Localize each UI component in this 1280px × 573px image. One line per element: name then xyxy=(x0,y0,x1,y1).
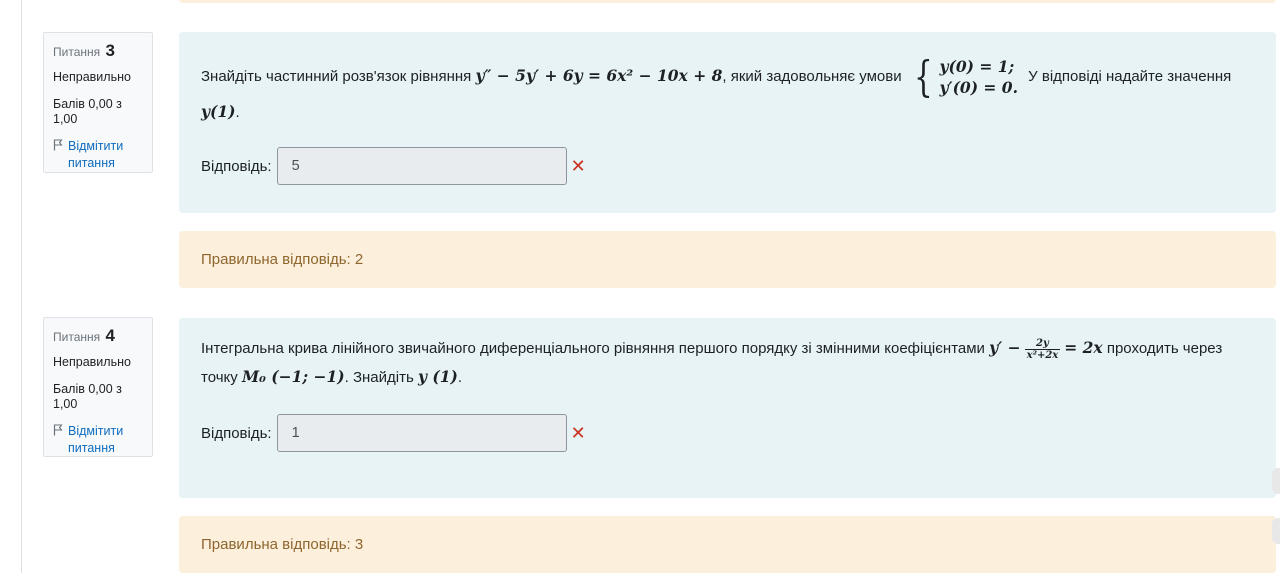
cross-icon: ✕ xyxy=(570,156,586,176)
page-left-border xyxy=(21,0,22,573)
question-text-part: . xyxy=(457,369,462,386)
previous-feedback-strip xyxy=(179,0,1276,3)
question-info: Питання 4 Неправильно Балів 0,00 з 1,00 … xyxy=(43,317,153,457)
equation-fraction: 2y x²+2x xyxy=(1024,337,1061,361)
initial-conditions: { y(0) = 1; y′(0) = 0. xyxy=(910,56,1018,98)
cross-icon: ✕ xyxy=(570,423,586,443)
question-text-part: , який задовольняє умови xyxy=(722,67,902,85)
correct-answer-feedback: Правильна відповідь: 3 xyxy=(179,516,1280,573)
question-state: Неправильно xyxy=(53,70,131,85)
scroll-edge-handle[interactable] xyxy=(1272,468,1280,494)
question-number-value: 3 xyxy=(105,41,115,60)
flag-question-link[interactable]: Відмітити питання xyxy=(53,423,143,456)
question-info: Питання 3 Неправильно Балів 0,00 з 1,00 … xyxy=(43,32,153,173)
flag-question-label[interactable]: Відмітити питання xyxy=(68,138,143,171)
question-grade: Балів 0,00 з 1,00 xyxy=(53,382,122,412)
question-text: Інтегральна крива лінійного звичайного д… xyxy=(201,334,1261,392)
correct-answer-feedback: Правильна відповідь: 2 xyxy=(179,231,1276,288)
equation: y″ − 5y′ + 6y = 6x² − 10x + 8 xyxy=(475,65,723,85)
question-number-label: Питання xyxy=(53,330,101,344)
target-expression: y (1) xyxy=(417,367,458,386)
question-grade: Балів 0,00 з 1,00 xyxy=(53,97,122,127)
condition-2: y′(0) = 0. xyxy=(939,78,1018,97)
question-text: Знайдіть частинний розв'язок рівняння y″… xyxy=(201,56,1261,125)
question-text-part: . Знайдіть xyxy=(344,369,414,386)
question-state: Неправильно xyxy=(53,355,131,370)
question-number-label: Питання xyxy=(53,45,101,59)
brace-glyph: { xyxy=(913,52,933,101)
condition-1: y(0) = 1; xyxy=(939,57,1015,76)
answer-input[interactable] xyxy=(276,414,567,452)
correct-answer-text: Правильна відповідь: 2 xyxy=(201,251,364,268)
flag-icon xyxy=(53,424,63,436)
answer-row: Відповідь: ✕ xyxy=(201,147,586,185)
quiz-review-page: Питання 3 Неправильно Балів 0,00 з 1,00 … xyxy=(0,0,1280,573)
answer-row: Відповідь: ✕ xyxy=(201,414,586,452)
answer-input[interactable] xyxy=(276,147,567,185)
question-number: Питання 4 xyxy=(53,326,143,346)
scroll-edge-handle[interactable] xyxy=(1272,518,1280,544)
flag-question-link[interactable]: Відмітити питання xyxy=(53,138,143,171)
question-content: Інтегральна крива лінійного звичайного д… xyxy=(179,318,1280,498)
equation-right: = 2x xyxy=(1064,338,1103,357)
question-text-part: У відповіді надайте значення xyxy=(1028,67,1232,85)
answer-label: Відповідь: xyxy=(201,157,272,175)
correct-answer-text: Правильна відповідь: 3 xyxy=(201,536,364,553)
fraction-numerator: 2y xyxy=(1036,337,1049,349)
target-expression: y(1) xyxy=(201,102,236,121)
question-text-part: Знайдіть частинний розв'язок рівняння xyxy=(201,67,472,85)
fraction-denominator: x²+2x xyxy=(1024,348,1061,361)
question-number-value: 4 xyxy=(105,326,115,345)
question-content: Знайдіть частинний розв'язок рівняння y″… xyxy=(179,32,1276,213)
flag-icon xyxy=(53,139,63,151)
question-number: Питання 3 xyxy=(53,41,143,61)
question-text-part: Інтегральна крива лінійного звичайного д… xyxy=(201,340,985,357)
question-text-part: . xyxy=(235,104,240,121)
answer-label: Відповідь: xyxy=(201,424,272,442)
flag-question-label[interactable]: Відмітити питання xyxy=(68,423,143,456)
equation-left: y′ − xyxy=(989,338,1021,357)
point-expression: M₀ (−1; −1) xyxy=(241,367,345,386)
